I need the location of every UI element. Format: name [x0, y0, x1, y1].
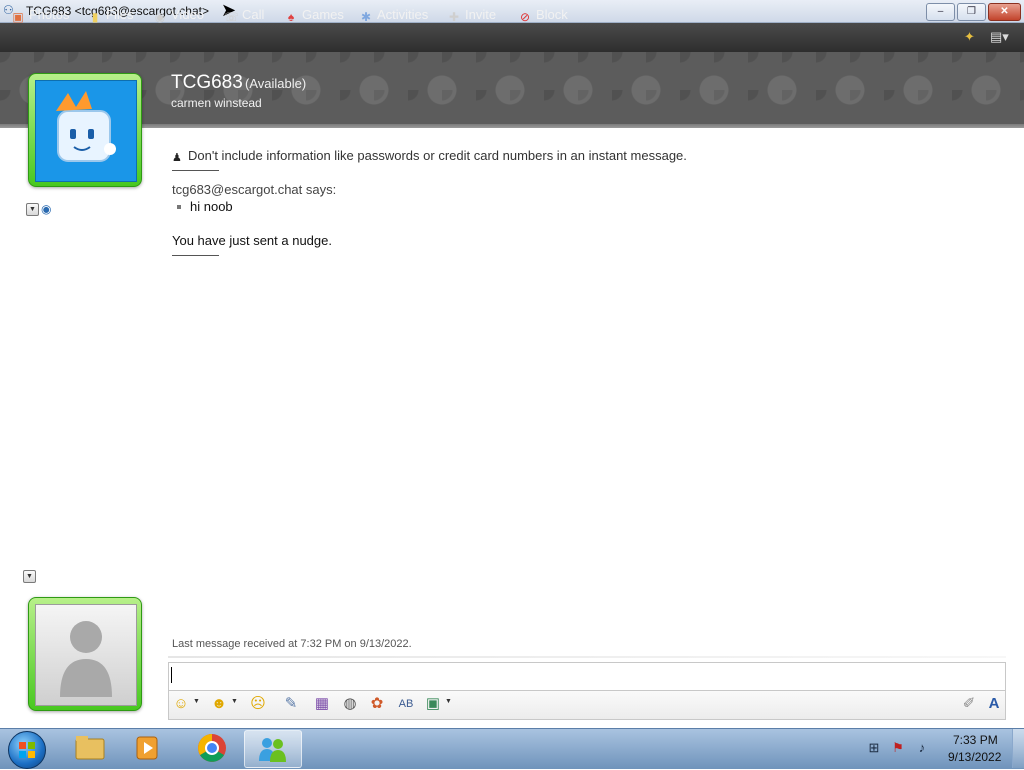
minimize-button[interactable]: ‒ [926, 3, 955, 21]
toolbar-block-label: Block [536, 7, 568, 22]
block-icon: ⊘ [519, 10, 531, 24]
contact-avatar[interactable] [28, 73, 142, 187]
background-icon[interactable]: ▦ [312, 695, 332, 713]
clock-date[interactable]: 9/13/2022 [948, 750, 1001, 764]
contact-name: TCG683 [171, 72, 243, 93]
taskbar-chrome[interactable] [184, 730, 240, 766]
files-icon: ▮ [91, 10, 99, 24]
last-message-timestamp: Last message received at 7:32 PM on 9/13… [172, 638, 412, 650]
wink-icon[interactable]: ☻ [209, 695, 229, 713]
message-separator [172, 170, 219, 171]
toolbar-photos[interactable]: ▣ Photos [11, 6, 69, 24]
media-player-icon [136, 736, 158, 760]
show-menu-icon[interactable]: ▤▾ [990, 29, 1009, 45]
taskbar-media-player[interactable] [120, 730, 176, 766]
nudge-icon[interactable]: ☹ [248, 695, 268, 713]
contact-personal-message: carmen winstead [171, 96, 262, 110]
toolbar-call[interactable]: ☏ Call [224, 6, 264, 24]
start-button[interactable] [8, 731, 46, 769]
maximize-button[interactable]: ❐ [957, 3, 986, 21]
show-desktop-button[interactable] [1012, 729, 1024, 768]
toolbar-games-label: Games [302, 7, 344, 22]
clock-time[interactable]: 7:33 PM [953, 733, 998, 747]
toolbar-call-label: Call [242, 7, 265, 22]
default-user-icon [60, 621, 112, 697]
invite-icon: ✚ [448, 10, 460, 24]
wink-dropdown-icon[interactable]: ▼ [231, 698, 238, 705]
security-notice-text: Don't include information like passwords… [188, 148, 687, 163]
windows-logo-icon [19, 742, 35, 758]
games-icon: ♠ [287, 10, 295, 24]
activities-icon: ✱ [360, 10, 372, 24]
network-icon[interactable]: ⊞ [866, 740, 882, 756]
robot-mascot-icon [56, 91, 116, 162]
sender-header: tcg683@escargot.chat says: [172, 182, 337, 197]
own-avatar-menu-button[interactable]: ▼ [23, 570, 36, 583]
nudge-notice: You have just sent a nudge. [172, 233, 332, 248]
contact-display-picture [35, 80, 137, 182]
contact-avatar-menu-button[interactable]: ▼ [26, 203, 39, 216]
folder-icon [75, 736, 105, 760]
share-icon[interactable]: ▣ [423, 695, 443, 713]
toolbar-files-label: Files [106, 7, 134, 22]
video-icon: ◉ [154, 10, 166, 24]
share-dropdown-icon[interactable]: ▼ [445, 698, 452, 705]
own-display-picture [35, 604, 137, 706]
own-avatar[interactable] [28, 597, 142, 711]
webcam-icon[interactable]: ◉ [41, 202, 51, 216]
taskbar-messenger[interactable] [244, 730, 302, 768]
message-input[interactable] [168, 662, 1006, 690]
toolbar-block[interactable]: ⊘ Block [518, 6, 568, 24]
message-bullet [177, 205, 181, 209]
toolbar-video[interactable]: ◉ Video [153, 6, 204, 24]
call-icon: ☏ [224, 10, 240, 24]
emoticon-dropdown-icon[interactable]: ▼ [193, 698, 200, 705]
security-notice: ♟ Don't include information like password… [172, 148, 687, 164]
chrome-icon [198, 734, 226, 762]
person-icon: ♟ [172, 152, 182, 164]
message-separator [172, 255, 219, 256]
toolbar-games[interactable]: ♠ Games [284, 6, 344, 24]
toolbar-activities-label: Activities [377, 7, 429, 22]
handwriting-icon[interactable]: ✐ [959, 695, 979, 713]
emoticon-icon[interactable]: ☺ [171, 695, 191, 713]
toolbar-invite-label: Invite [465, 7, 497, 22]
close-button[interactable]: ✕ [988, 3, 1021, 21]
message-text: hi noob [190, 199, 233, 214]
toolbar-photos-label: Photos [29, 7, 70, 22]
taskbar-explorer[interactable] [62, 730, 118, 766]
action-center-icon[interactable]: ⚑ [890, 740, 906, 756]
volume-icon[interactable]: ♪ [914, 740, 930, 756]
font-icon[interactable]: AB [396, 695, 416, 713]
messenger-buddies-icon [259, 738, 286, 762]
text-caret [171, 667, 172, 683]
toolbar-activities[interactable]: ✱ Activities [359, 6, 428, 24]
voice-clip-icon[interactable]: ✎ [281, 695, 301, 713]
photos-icon: ▣ [12, 10, 24, 24]
toolbar-invite[interactable]: ✚ Invite [447, 6, 496, 24]
input-divider [168, 656, 1006, 658]
conversation-toolbar [0, 23, 1024, 52]
toolbar-video-label: Video [171, 7, 205, 22]
msn-logo-icon[interactable]: ✦ [964, 29, 975, 45]
contact-status: (Available) [245, 76, 307, 91]
font-style-icon[interactable]: A [984, 695, 1004, 713]
toolbar-files[interactable]: ▮ Files [88, 6, 134, 24]
contact-banner [0, 52, 1024, 128]
games-icon[interactable]: ✿ [367, 695, 387, 713]
ink-icon[interactable]: ◍ [340, 695, 360, 713]
